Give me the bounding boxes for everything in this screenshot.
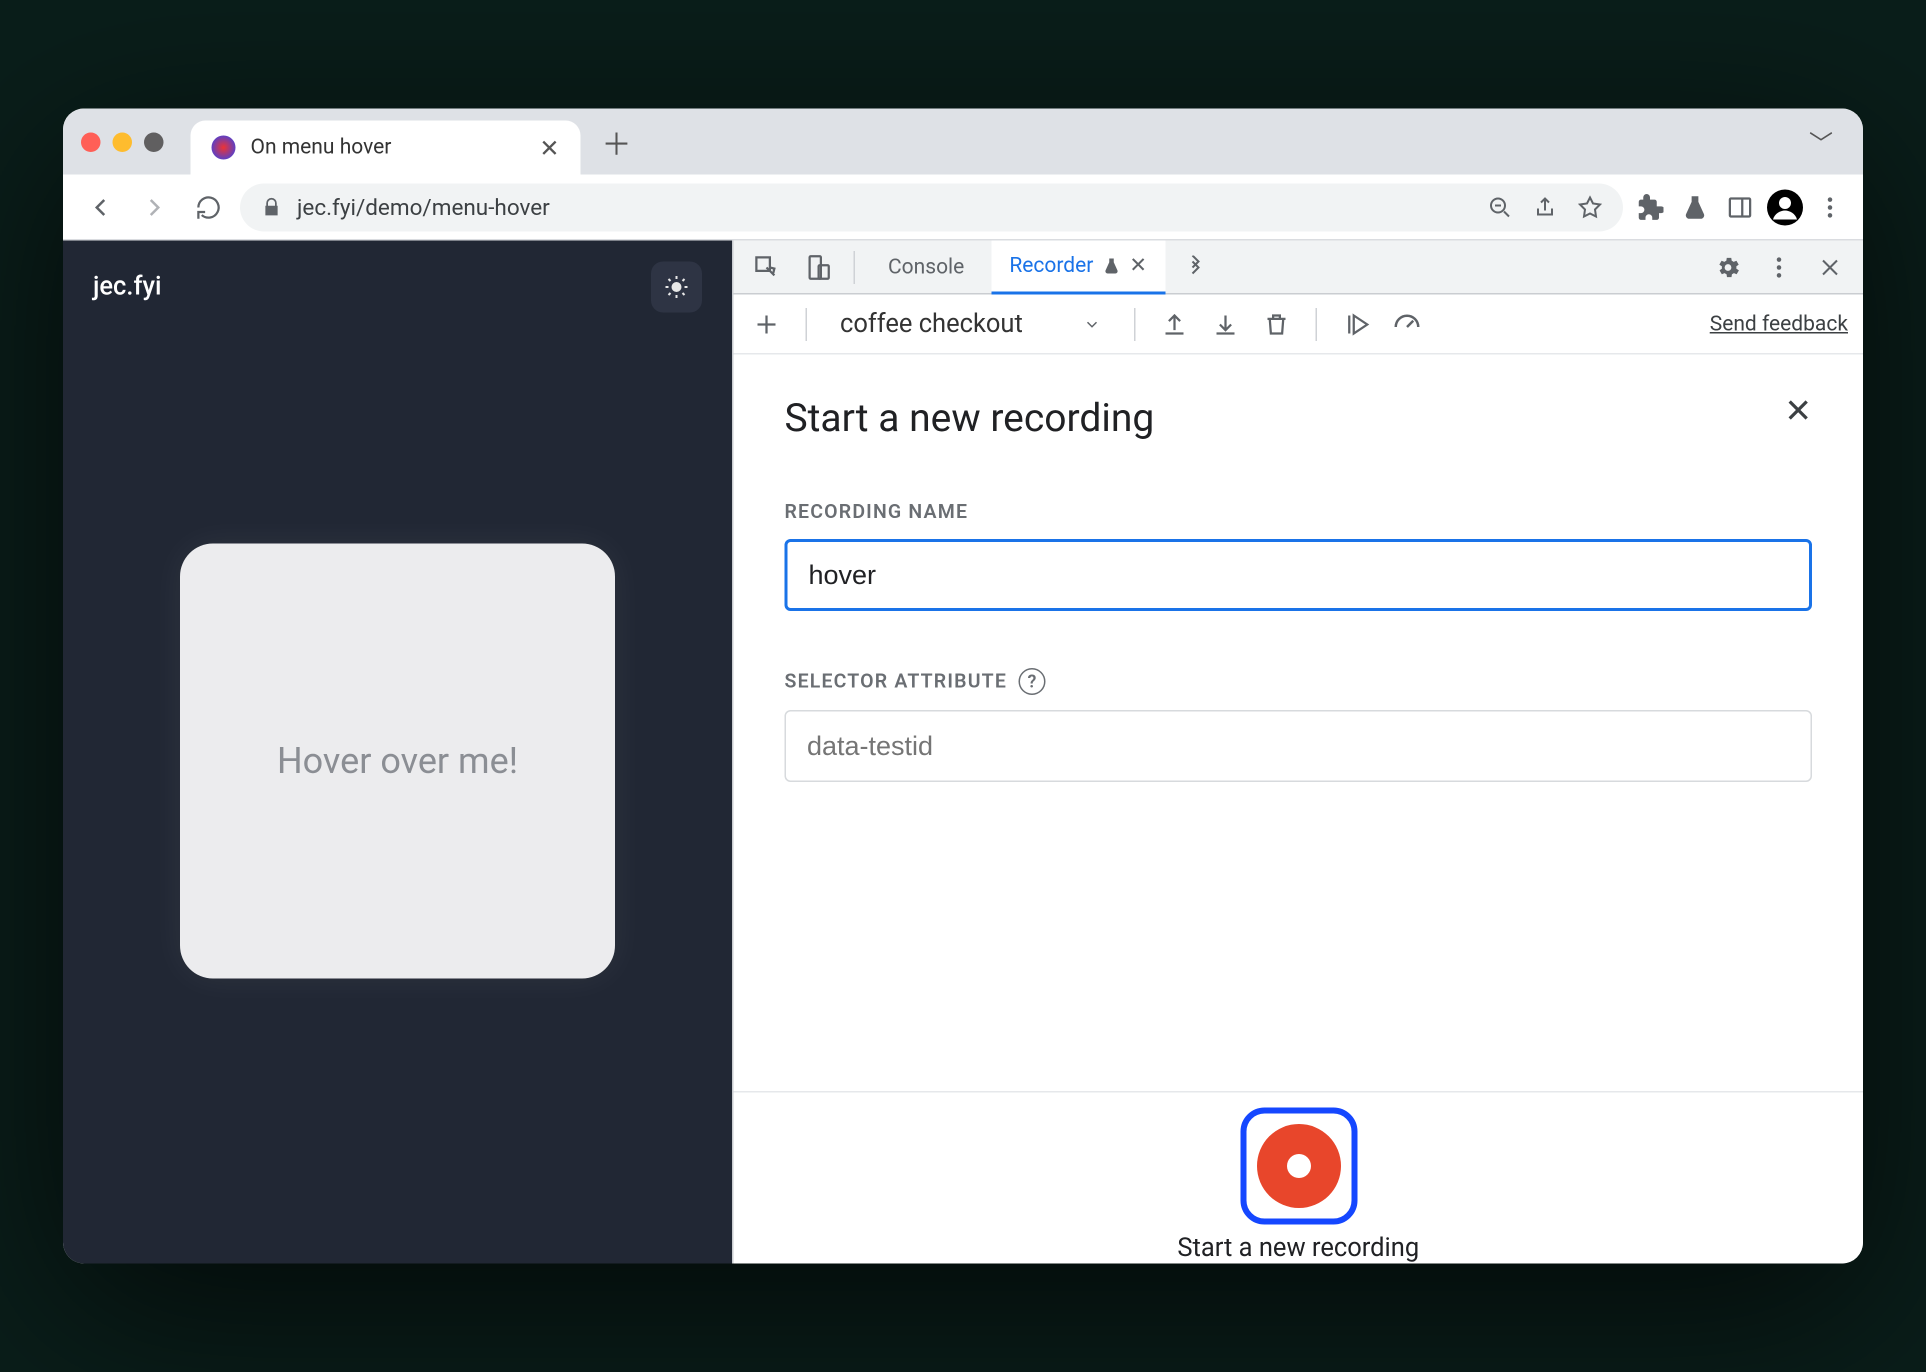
zoom-out-icon[interactable]: [1488, 195, 1512, 219]
recorder-toolbar: coffee checkout: [734, 295, 1864, 355]
back-button[interactable]: [78, 184, 123, 229]
delete-icon[interactable]: [1258, 306, 1294, 342]
close-tab-icon[interactable]: ✕: [1129, 253, 1147, 277]
recorder-footer: Start a new recording: [734, 1091, 1864, 1264]
start-recording-button[interactable]: [1240, 1108, 1357, 1225]
new-tab-button[interactable]: ＋: [596, 121, 638, 163]
content-row: jec.fyi Hover over me! Console: [63, 241, 1863, 1264]
tab-console[interactable]: Console: [870, 241, 982, 294]
chevron-down-icon: [1083, 315, 1101, 333]
start-recording-label: Start a new recording: [1177, 1234, 1419, 1264]
send-feedback-link[interactable]: Send feedback: [1710, 312, 1848, 336]
replay-icon[interactable]: [1338, 306, 1374, 342]
browser-tab[interactable]: On menu hover ✕: [191, 121, 581, 175]
site-title: jec.fyi: [93, 272, 161, 302]
recorder-body: Start a new recording ✕ RECORDING NAME S…: [734, 355, 1864, 1092]
kebab-menu-icon[interactable]: [1812, 189, 1848, 225]
theme-toggle-button[interactable]: [651, 262, 702, 313]
lock-icon: [261, 196, 282, 217]
export-icon[interactable]: [1156, 306, 1192, 342]
new-recording-button[interactable]: [749, 306, 785, 342]
window-minimize-button[interactable]: [113, 132, 133, 152]
more-tabs-icon[interactable]: [1174, 246, 1216, 288]
address-bar[interactable]: jec.fyi/demo/menu-hover: [240, 183, 1623, 231]
share-icon[interactable]: [1533, 195, 1557, 219]
close-form-button[interactable]: ✕: [1784, 394, 1812, 432]
profile-avatar[interactable]: [1767, 189, 1803, 225]
recording-name-input[interactable]: [785, 539, 1813, 611]
settings-icon[interactable]: [1707, 246, 1749, 288]
address-toolbar: jec.fyi/demo/menu-hover: [63, 175, 1863, 241]
performance-icon[interactable]: [1389, 306, 1425, 342]
selector-attribute-label: SELECTOR ATTRIBUTE ?: [785, 668, 1813, 695]
devtools-menu-icon[interactable]: [1758, 246, 1800, 288]
tab-overflow-button[interactable]: ﹀: [1797, 118, 1845, 166]
device-toggle-icon[interactable]: [797, 246, 839, 288]
labs-badge-icon: [1102, 256, 1120, 274]
traffic-lights: [81, 132, 164, 152]
inspect-element-icon[interactable]: [746, 246, 788, 288]
devtools-panel: Console Recorder ✕: [732, 241, 1863, 1264]
tab-recorder[interactable]: Recorder ✕: [991, 241, 1165, 294]
recorder-heading: Start a new recording: [785, 397, 1813, 442]
record-icon: [1256, 1124, 1340, 1208]
recording-name-label: RECORDING NAME: [785, 502, 1813, 525]
import-icon[interactable]: [1207, 306, 1243, 342]
tab-title: On menu hover: [251, 136, 525, 160]
page-pane: jec.fyi Hover over me!: [63, 241, 732, 1264]
help-icon[interactable]: ?: [1019, 668, 1046, 695]
hover-card-text: Hover over me!: [277, 740, 518, 782]
title-bar: On menu hover ✕ ＋ ﹀: [63, 109, 1863, 175]
forward-button[interactable]: [132, 184, 177, 229]
url-text: jec.fyi/demo/menu-hover: [297, 193, 550, 220]
recording-select[interactable]: coffee checkout: [828, 303, 1113, 345]
hover-card[interactable]: Hover over me!: [180, 544, 615, 979]
window-maximize-button[interactable]: [144, 132, 164, 152]
reload-button[interactable]: [186, 184, 231, 229]
close-devtools-icon[interactable]: [1809, 246, 1851, 288]
side-panel-icon[interactable]: [1722, 189, 1758, 225]
devtools-tab-bar: Console Recorder ✕: [734, 241, 1864, 295]
selector-attribute-input[interactable]: [785, 710, 1813, 782]
favicon-icon: [212, 136, 236, 160]
window-close-button[interactable]: [81, 132, 101, 152]
browser-window: On menu hover ✕ ＋ ﹀ jec.fyi/demo/menu-ho…: [63, 109, 1863, 1264]
bookmark-icon[interactable]: [1578, 195, 1602, 219]
close-tab-button[interactable]: ✕: [539, 133, 559, 162]
labs-icon[interactable]: [1677, 189, 1713, 225]
extensions-icon[interactable]: [1632, 189, 1668, 225]
